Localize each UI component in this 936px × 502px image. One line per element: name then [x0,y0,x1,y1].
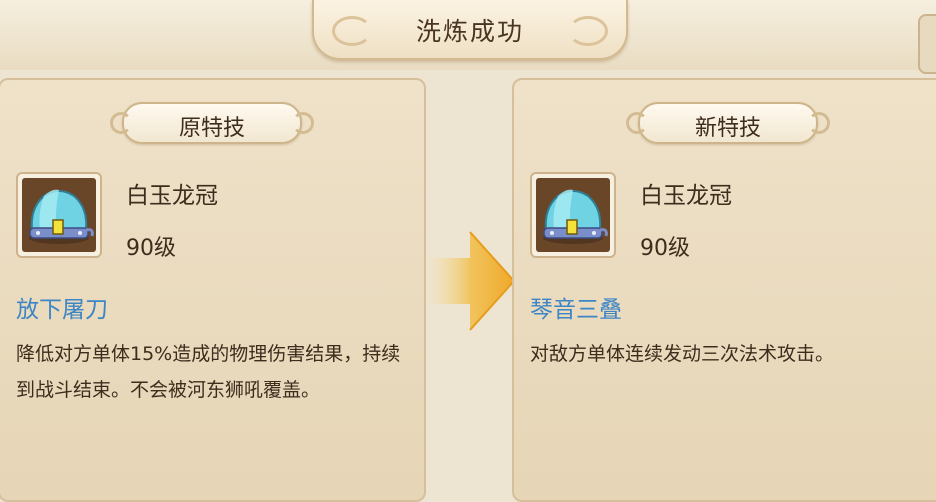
new-skill-description: 对敌方单体连续发动三次法术攻击。 [530,343,835,365]
curl-ornament-right [292,112,314,134]
jade-dragon-crown-icon [543,189,608,244]
original-skill-name[interactable]: 放下屠刀 [16,290,108,324]
swirl-ornament-right [568,16,608,46]
original-skill-panel: 原特技 白玉龙冠 90级 放下屠刀 降低对方单体15%造成的物理伤害结果，持续到… [0,78,426,502]
original-item-level: 90级 [126,236,176,261]
jade-dragon-crown-icon [29,189,94,244]
new-item-name: 白玉龙冠 [640,183,732,209]
right-arrow-icon [428,231,516,331]
original-skill-description: 降低对方单体15%造成的物理伤害结果，持续到战斗结束。不会被河东狮吼覆盖。 [16,343,401,401]
title-banner: 洗炼成功 [312,0,628,60]
original-item-name: 白玉龙冠 [126,183,218,209]
original-item-slot[interactable] [16,172,102,258]
new-skill-label-plate: 新特技 [626,102,830,144]
new-skill-name[interactable]: 琴音三叠 [530,290,622,324]
original-skill-label: 原特技 [178,116,245,141]
new-skill-label: 新特技 [694,116,761,141]
dialog-close-edge[interactable] [918,14,936,74]
original-skill-label-plate: 原特技 [110,102,314,144]
new-skill-panel: 新特技 白玉龙冠 90级 琴音三叠 对敌方单体连续发动三次法术攻击。 [512,78,936,502]
new-item-slot[interactable] [530,172,616,258]
curl-ornament-right [808,112,830,134]
new-item-level: 90级 [640,236,690,261]
